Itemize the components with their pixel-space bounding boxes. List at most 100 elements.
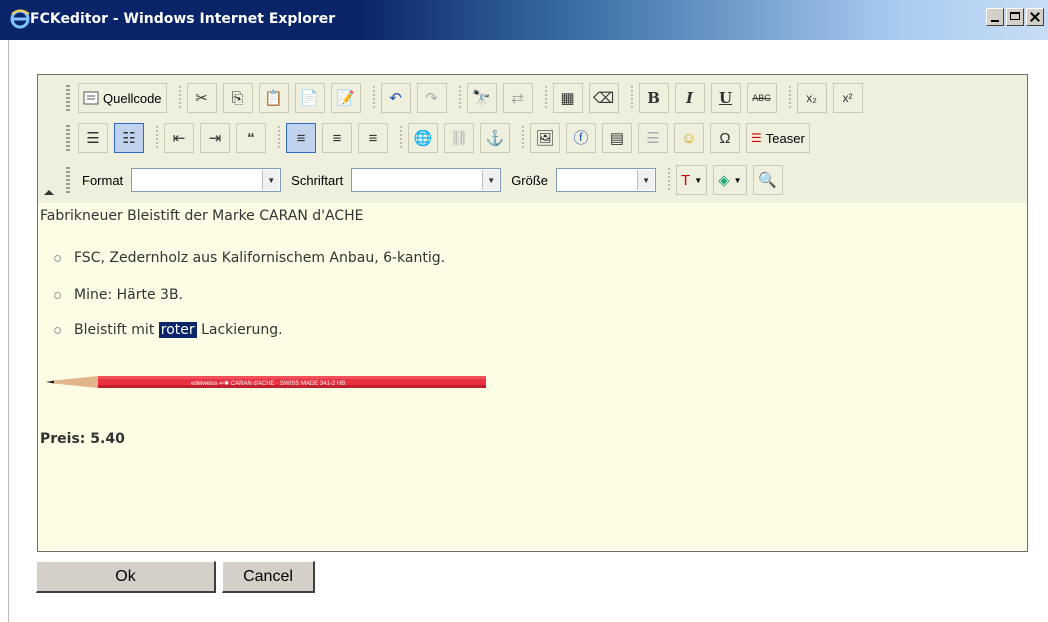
underline-icon: U bbox=[719, 88, 733, 107]
editor-content[interactable]: Fabrikneuer Bleistift der Marke CARAN d'… bbox=[38, 203, 1027, 551]
replace-button[interactable]: ⇄ bbox=[502, 83, 533, 113]
toolbar-row-1: Quellcode ✂ ⎘ 📋 📄 📝 ↶ ↷ 🔭 ⇄ ▦ ⌫ B I U AB… bbox=[66, 81, 869, 115]
blockquote-button[interactable]: “ bbox=[236, 123, 266, 153]
smiley-icon: ☺ bbox=[681, 129, 697, 147]
italic-icon: I bbox=[686, 88, 694, 107]
link-button[interactable]: 🌐 bbox=[408, 123, 438, 153]
redo-icon: ↷ bbox=[425, 89, 438, 107]
preview-button[interactable]: 🔍 bbox=[752, 165, 783, 195]
editor-toolbar: Quellcode ✂ ⎘ 📋 📄 📝 ↶ ↷ 🔭 ⇄ ▦ ⌫ B I U AB… bbox=[38, 75, 1027, 204]
horizontal-rule-button[interactable]: ☰ bbox=[638, 123, 668, 153]
teaser-button[interactable]: ☰ Teaser bbox=[746, 123, 810, 153]
bold-button[interactable]: B bbox=[638, 83, 669, 113]
pencil-image: edelweiss ⇐✱ CARAN d'ACHE · SWISS MADE 3… bbox=[46, 376, 486, 388]
size-select[interactable]: ▼ bbox=[556, 168, 657, 192]
paste-button[interactable]: 📋 bbox=[258, 83, 289, 113]
content-paragraph: Fabrikneuer Bleistift der Marke CARAN d'… bbox=[40, 208, 364, 224]
toolbar-grip[interactable] bbox=[66, 85, 70, 111]
align-left-icon: ≡ bbox=[296, 129, 306, 147]
remove-format-button[interactable]: ⌫ bbox=[588, 83, 619, 113]
ordered-list-icon: ☰ bbox=[86, 129, 100, 147]
teaser-icon: ☰ bbox=[751, 131, 762, 145]
special-char-button[interactable]: Ω bbox=[710, 123, 740, 153]
source-label: Quellcode bbox=[103, 90, 162, 106]
price-text: Preis: 5.40 bbox=[40, 431, 125, 447]
toolbar-separator bbox=[630, 86, 633, 110]
toolbar-separator bbox=[178, 86, 181, 110]
format-select[interactable]: ▼ bbox=[131, 168, 282, 192]
list-item-text: Mine: Härte 3B. bbox=[74, 287, 183, 303]
toolbar-grip[interactable] bbox=[66, 125, 70, 151]
underline-button[interactable]: U bbox=[710, 83, 741, 113]
select-all-button[interactable]: ▦ bbox=[552, 83, 583, 113]
source-button[interactable]: Quellcode bbox=[78, 83, 167, 113]
cut-button[interactable]: ✂ bbox=[186, 83, 217, 113]
italic-button[interactable]: I bbox=[674, 83, 705, 113]
font-select[interactable]: ▼ bbox=[351, 168, 502, 192]
anchor-icon: ⚓ bbox=[485, 129, 505, 147]
align-left-button[interactable]: ≡ bbox=[286, 123, 316, 153]
subscript-button[interactable]: x₂ bbox=[796, 83, 827, 113]
maximize-button[interactable] bbox=[1006, 8, 1024, 26]
strikethrough-button[interactable]: ABC bbox=[746, 83, 777, 113]
rich-text-editor: Quellcode ✂ ⎘ 📋 📄 📝 ↶ ↷ 🔭 ⇄ ▦ ⌫ B I U AB… bbox=[37, 74, 1028, 552]
superscript-button[interactable]: x² bbox=[832, 83, 863, 113]
close-button[interactable] bbox=[1026, 8, 1044, 26]
toolbar-separator bbox=[458, 86, 461, 110]
toolbar-separator bbox=[544, 86, 547, 110]
window-titlebar: FCKeditor - Windows Internet Explorer bbox=[0, 0, 1048, 40]
cancel-button[interactable]: Cancel bbox=[222, 561, 315, 593]
size-label: Größe bbox=[511, 172, 549, 188]
unlink-button[interactable]: ⛓ bbox=[444, 123, 474, 153]
outdent-button[interactable]: ⇤ bbox=[164, 123, 194, 153]
chevron-down-icon[interactable]: ▼ bbox=[637, 170, 655, 190]
align-right-button[interactable]: ≡ bbox=[358, 123, 388, 153]
superscript-icon: x² bbox=[842, 91, 853, 105]
image-icon: 🖼 bbox=[535, 129, 555, 147]
special-char-icon: Ω bbox=[719, 129, 731, 147]
list-item: Mine: Härte 3B. bbox=[54, 287, 183, 303]
teaser-label: Teaser bbox=[765, 130, 805, 146]
scissors-icon: ✂ bbox=[195, 89, 208, 107]
list-item: Bleistift mit roter Lackierung. bbox=[54, 322, 283, 338]
copy-button[interactable]: ⎘ bbox=[222, 83, 253, 113]
align-center-button[interactable]: ≡ bbox=[322, 123, 352, 153]
paste-word-icon: 📝 bbox=[336, 89, 355, 107]
unordered-list-button[interactable]: ☷ bbox=[114, 123, 144, 153]
list-item-text-after: Lackierung. bbox=[196, 322, 283, 338]
image-button[interactable]: 🖼 bbox=[530, 123, 560, 153]
chevron-down-icon[interactable]: ▼ bbox=[482, 170, 500, 190]
redo-button[interactable]: ↷ bbox=[416, 83, 447, 113]
undo-icon: ↶ bbox=[389, 89, 402, 107]
pencil-imprint: edelweiss ⇐✱ CARAN d'ACHE · SWISS MADE 3… bbox=[191, 380, 345, 387]
unordered-list-icon: ☷ bbox=[122, 129, 136, 147]
smiley-button[interactable]: ☺ bbox=[674, 123, 704, 153]
bullet-icon bbox=[54, 254, 61, 262]
table-button[interactable]: ▤ bbox=[602, 123, 632, 153]
subscript-icon: x₂ bbox=[806, 91, 817, 105]
flash-icon: ⓕ bbox=[573, 129, 589, 147]
link-icon: 🌐 bbox=[413, 129, 433, 147]
toolbar-row-3: Format ▼ Schriftart ▼ Größe ▼ T ▼ ◈ ▼ 🔍 bbox=[66, 163, 789, 197]
background-color-button[interactable]: ◈ ▼ bbox=[713, 165, 747, 195]
chevron-down-icon[interactable]: ▼ bbox=[262, 170, 280, 190]
ok-button[interactable]: Ok bbox=[36, 561, 216, 593]
copy-icon: ⎘ bbox=[231, 89, 244, 107]
toolbar-grip[interactable] bbox=[66, 167, 70, 193]
collapse-toolbar-icon[interactable] bbox=[44, 190, 54, 195]
bullet-icon bbox=[54, 326, 61, 334]
ordered-list-button[interactable]: ☰ bbox=[78, 123, 108, 153]
undo-button[interactable]: ↶ bbox=[380, 83, 411, 113]
flash-button[interactable]: ⓕ bbox=[566, 123, 596, 153]
minimize-button[interactable] bbox=[986, 8, 1004, 26]
text-color-button[interactable]: T ▼ bbox=[676, 165, 708, 195]
paste-text-button[interactable]: 📄 bbox=[294, 83, 325, 113]
indent-button[interactable]: ⇥ bbox=[200, 123, 230, 153]
paste-icon: 📋 bbox=[264, 89, 283, 107]
toolbar-separator bbox=[788, 86, 791, 110]
find-button[interactable]: 🔭 bbox=[466, 83, 497, 113]
paste-word-button[interactable]: 📝 bbox=[330, 83, 361, 113]
strikethrough-icon: ABC bbox=[752, 92, 771, 103]
anchor-button[interactable]: ⚓ bbox=[480, 123, 510, 153]
outdent-icon: ⇤ bbox=[172, 129, 186, 147]
